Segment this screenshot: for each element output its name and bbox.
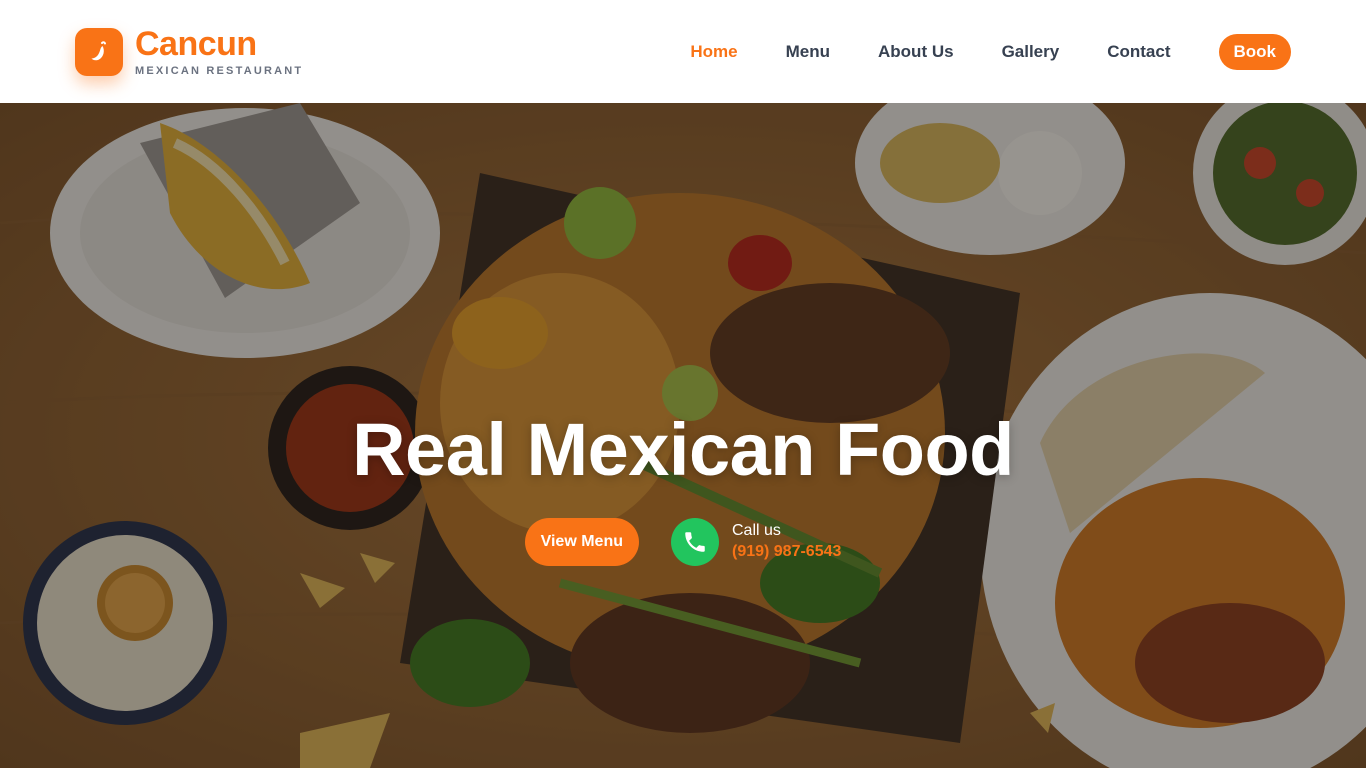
call-us-label: Call us	[731, 522, 781, 539]
logo-text: Cancun MEXICAN RESTAURANT	[135, 26, 303, 77]
nav-about-us[interactable]: About Us	[878, 42, 954, 62]
brand-name: Cancun	[135, 25, 257, 63]
main-nav: Home Menu About Us Gallery Contact Book	[642, 33, 1291, 70]
hero-title: Real Mexican Food	[352, 408, 1014, 491]
hero-section: Real Mexican Food View Menu Call us (919…	[0, 103, 1366, 768]
nav-home[interactable]: Home	[690, 42, 737, 62]
nav-contact[interactable]: Contact	[1107, 42, 1170, 62]
nav-gallery[interactable]: Gallery	[1002, 42, 1060, 62]
hero-actions: View Menu Call us (919) 987-6543	[524, 518, 841, 566]
logo-link[interactable]: Cancun MEXICAN RESTAURANT	[75, 26, 303, 77]
phone-icon[interactable]	[670, 518, 719, 566]
book-button[interactable]: Book	[1218, 33, 1291, 70]
call-text: Call us (919) 987-6543	[732, 521, 841, 563]
hero-content: Real Mexican Food View Menu Call us (919…	[0, 103, 1366, 768]
nav-menu[interactable]: Menu	[786, 42, 830, 62]
phone-number-link[interactable]: (919) 987-6543	[732, 541, 841, 563]
chili-pepper-icon	[75, 27, 123, 76]
brand-subtitle: MEXICAN RESTAURANT	[135, 65, 304, 77]
site-header: Cancun MEXICAN RESTAURANT Home Menu Abou…	[0, 0, 1366, 103]
view-menu-button[interactable]: View Menu	[524, 518, 639, 566]
call-us-block: Call us (919) 987-6543	[670, 518, 841, 566]
